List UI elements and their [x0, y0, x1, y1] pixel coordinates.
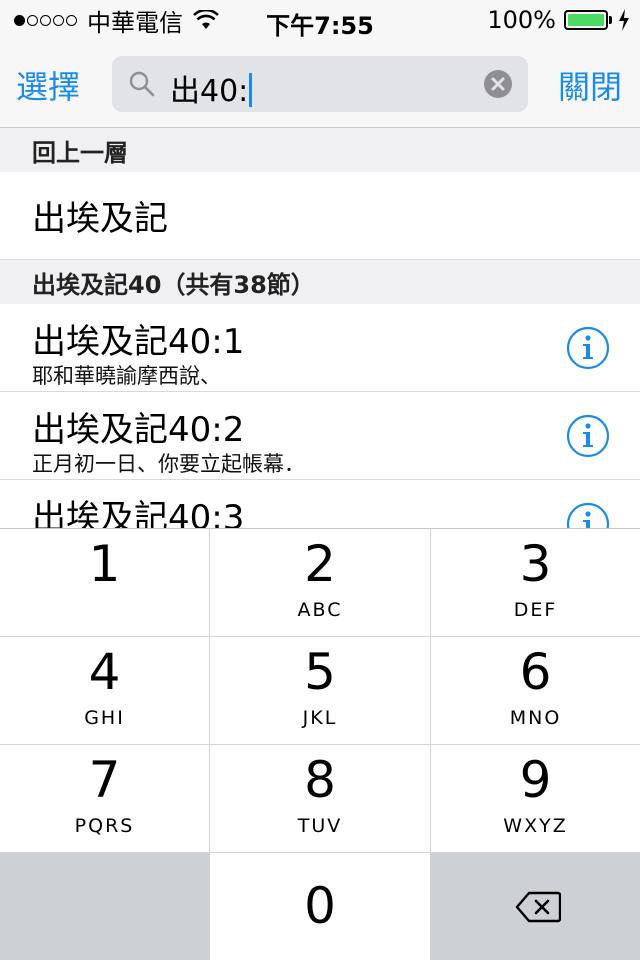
search-field[interactable]: 出40:: [112, 56, 528, 112]
info-icon[interactable]: [566, 414, 610, 458]
select-button[interactable]: 選擇: [16, 62, 80, 108]
key-0[interactable]: 0: [210, 853, 431, 960]
search-query: 出40:: [170, 74, 249, 109]
section-header-label: 出埃及記40（共有38節）: [32, 270, 315, 299]
status-bar: 中華電信 下午7:55 100%: [0, 0, 640, 40]
key-letters: PQRS: [74, 815, 135, 837]
key-digit: 3: [519, 535, 552, 593]
verse-title: 出埃及記40:3: [32, 498, 245, 528]
key-2[interactable]: 2 ABC: [210, 529, 431, 637]
numeric-keypad: 1 2 ABC 3 DEF 4 GHI 5 JKL 6 MNO 7 PQRS 8…: [0, 528, 640, 960]
key-digit: 4: [88, 643, 121, 701]
key-letters: GHI: [84, 707, 125, 729]
key-1[interactable]: 1: [0, 529, 210, 637]
key-digit: 6: [519, 643, 552, 701]
key-letters: ABC: [297, 599, 343, 621]
info-icon[interactable]: [566, 502, 610, 528]
verse-snippet: 耶和華曉諭摩西說、: [32, 364, 221, 388]
key-digit: 1: [88, 535, 121, 593]
clear-icon[interactable]: [484, 70, 512, 98]
charging-bolt-icon: [619, 9, 629, 31]
section-header-chapter: 出埃及記40（共有38節）: [0, 260, 640, 304]
verse-row[interactable]: 出埃及記40:2 正月初一日、你要立起帳幕．: [0, 392, 640, 480]
parent-book-row[interactable]: 出埃及記: [0, 172, 640, 260]
key-4[interactable]: 4 GHI: [0, 637, 210, 745]
battery-area: 100%: [487, 6, 630, 34]
verse-title: 出埃及記40:1: [32, 322, 245, 362]
key-digit: 7: [88, 751, 121, 809]
key-letters: JKL: [302, 707, 338, 729]
backspace-icon: [515, 891, 561, 923]
key-digit: 9: [519, 751, 552, 809]
key-digit: 0: [304, 877, 336, 935]
key-letters: TUV: [297, 815, 343, 837]
key-9[interactable]: 9 WXYZ: [431, 745, 640, 853]
section-header-up: 回上一層: [0, 128, 640, 172]
key-5[interactable]: 5 JKL: [210, 637, 431, 745]
key-digit: 8: [304, 751, 336, 809]
battery-percent: 100%: [487, 6, 556, 34]
battery-cap: [609, 16, 612, 24]
section-header-label: 回上一層: [32, 138, 128, 167]
key-letters: WXYZ: [503, 815, 568, 837]
battery-icon: [564, 10, 608, 30]
close-button[interactable]: 關閉: [558, 62, 622, 108]
key-3[interactable]: 3 DEF: [431, 529, 640, 637]
verse-title: 出埃及記40:2: [32, 410, 245, 450]
info-icon[interactable]: [566, 326, 610, 370]
key-blank: [0, 853, 210, 960]
verse-row[interactable]: 出埃及記40:1 耶和華曉諭摩西說、: [0, 304, 640, 392]
key-digit: 5: [304, 643, 336, 701]
search-input[interactable]: 出40:: [170, 66, 253, 110]
delete-key[interactable]: [431, 853, 640, 960]
search-bar: 選擇 出40: 關閉: [0, 40, 640, 128]
key-8[interactable]: 8 TUV: [210, 745, 431, 853]
key-letters: MNO: [509, 707, 562, 729]
key-7[interactable]: 7 PQRS: [0, 745, 210, 853]
parent-book-label: 出埃及記: [32, 199, 168, 239]
text-caret: [249, 73, 253, 107]
results-list: 回上一層 出埃及記 出埃及記40（共有38節） 出埃及記40:1 耶和華曉諭摩西…: [0, 128, 640, 528]
key-digit: 2: [304, 535, 336, 593]
key-6[interactable]: 6 MNO: [431, 637, 640, 745]
verse-row[interactable]: 出埃及記40:3: [0, 480, 640, 528]
key-letters: DEF: [513, 599, 558, 621]
search-icon: [129, 71, 155, 97]
verse-snippet: 正月初一日、你要立起帳幕．: [32, 452, 305, 476]
